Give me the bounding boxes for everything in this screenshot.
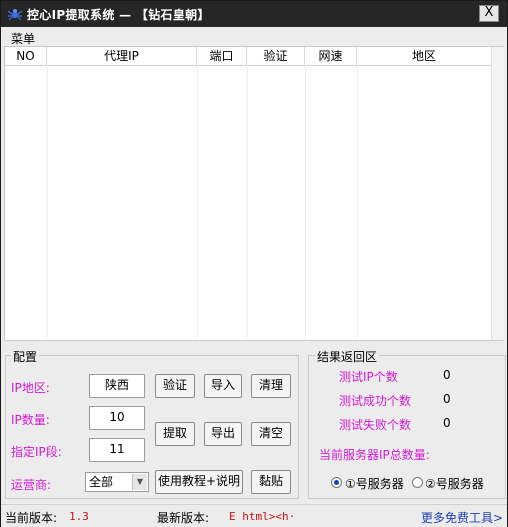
column-header-no[interactable]: NO: [5, 47, 47, 65]
fail-count-value: 0: [443, 416, 451, 430]
results-group-title: 结果返回区: [315, 348, 380, 365]
column-divider: [47, 65, 48, 340]
carrier-label: 运营商:: [11, 478, 52, 492]
server1-label[interactable]: ①号服务器: [345, 475, 404, 492]
server2-radio[interactable]: [412, 477, 423, 488]
tested-count-label: 测试IP个数: [339, 370, 398, 384]
empty-button[interactable]: 清空: [251, 422, 291, 446]
status-bar: 当前版本: 1.3 最新版本: E html><h· 更多免费工具>: [1, 504, 507, 527]
region-label: IP地区:: [11, 381, 50, 395]
menu-label[interactable]: 菜单: [11, 30, 35, 47]
tested-count-value: 0: [443, 368, 451, 382]
carrier-select[interactable]: 全部 ▼: [85, 472, 149, 492]
export-button[interactable]: 导出: [204, 422, 242, 446]
verify-button[interactable]: 验证: [155, 374, 195, 398]
fail-count-label: 测试失败个数: [339, 418, 412, 432]
region-input[interactable]: 陕西: [89, 374, 145, 398]
window-title: 控心IP提取系统 — 【钻石皇朝】: [27, 8, 210, 22]
close-button[interactable]: X: [479, 5, 499, 22]
column-divider: [247, 65, 248, 340]
latest-version-label: 最新版本:: [157, 511, 210, 525]
column-header-speed[interactable]: 网速: [305, 47, 357, 65]
clean-button[interactable]: 清理: [251, 374, 291, 398]
server2-label[interactable]: ②号服务器: [425, 475, 484, 492]
current-version-label: 当前版本:: [5, 511, 58, 525]
column-header-proxy-ip[interactable]: 代理IP: [47, 47, 197, 65]
count-label: IP数量:: [11, 413, 50, 427]
latest-version-value: E html><h·: [229, 510, 296, 523]
extract-button[interactable]: 提取: [155, 422, 195, 446]
server1-radio[interactable]: [331, 477, 342, 488]
column-header-verify[interactable]: 验证: [247, 47, 305, 65]
proxy-list[interactable]: NO 代理IP 端口 验证 网速 地区: [4, 46, 504, 341]
count-input[interactable]: 10: [89, 406, 145, 430]
more-tools-link[interactable]: 更多免费工具>: [421, 509, 503, 526]
column-divider: [197, 65, 198, 340]
success-count-value: 0: [443, 392, 451, 406]
column-divider: [305, 65, 306, 340]
title-bar[interactable]: 控心IP提取系统 — 【钻石皇朝】 X: [1, 1, 507, 27]
segment-input[interactable]: 11: [89, 438, 145, 462]
server-total-label: 当前服务器IP总数量:: [319, 448, 430, 462]
segment-label: 指定IP段:: [11, 445, 62, 459]
tutorial-button[interactable]: 使用教程+说明: [155, 470, 243, 494]
success-count-label: 测试成功个数: [339, 394, 412, 408]
app-spider-icon: [7, 9, 23, 21]
list-header: NO 代理IP 端口 验证 网速 地区: [5, 47, 503, 66]
current-version-value: 1.3: [69, 510, 89, 523]
chevron-down-icon[interactable]: ▼: [132, 474, 147, 490]
list-scrollbar[interactable]: [491, 47, 504, 340]
app-window: 控心IP提取系统 — 【钻石皇朝】 X 菜单 NO 代理IP 端口 验证 网速 …: [0, 0, 508, 527]
column-header-port[interactable]: 端口: [197, 47, 247, 65]
import-button[interactable]: 导入: [204, 374, 242, 398]
paste-button[interactable]: 黏贴: [251, 470, 291, 494]
column-divider: [357, 65, 358, 340]
column-header-region[interactable]: 地区: [357, 47, 491, 65]
config-group-title: 配置: [11, 348, 40, 365]
carrier-select-value: 全部: [89, 475, 114, 489]
